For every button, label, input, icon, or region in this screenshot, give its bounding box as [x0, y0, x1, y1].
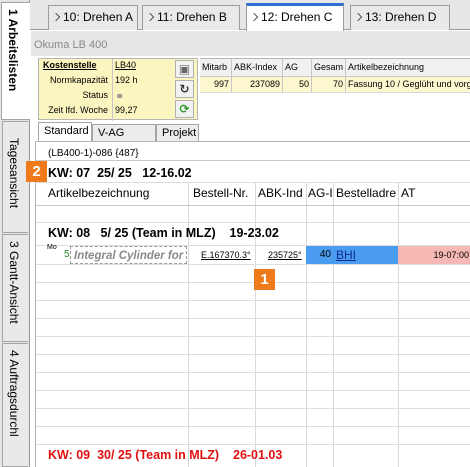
cube-icon: ▣: [178, 62, 191, 76]
cell-at: 19-07:00: [398, 246, 470, 264]
cell-article: Integral Cylinder for: [70, 246, 187, 264]
kostenstelle-value[interactable]: LB40: [115, 60, 136, 70]
col-artikelbezeichnung[interactable]: Artikelbezeichnung: [48, 186, 186, 200]
cell-bestell-nr[interactable]: E.167370.3°: [192, 246, 254, 264]
side-tab-auftragsdurchlauf[interactable]: 4 Auftragsdurchl: [2, 343, 28, 467]
work-list-grid: (LB400-1)-086 {487} KW: 07 25/ 25 12-16.…: [35, 141, 470, 467]
week-row-kw09[interactable]: KW: 09 30/ 25 (Team in MLZ) 26-01.03: [48, 448, 282, 462]
sync-icon: ⟳: [179, 102, 190, 116]
tab-drehen-d[interactable]: 13: Drehen D: [350, 5, 450, 30]
cell-mitarb: 997: [200, 77, 232, 92]
tab-arrow-icon: [51, 12, 61, 22]
col-abk-ind[interactable]: ABK-Ind: [258, 186, 305, 200]
cell-bestelladresse[interactable]: BHI: [334, 246, 398, 264]
col-ag[interactable]: AG-I: [308, 186, 332, 200]
tab-projekt[interactable]: Projekt: [156, 124, 199, 142]
side-tab-bar: 1 Arbeitslisten Tagesansicht 3 Gantt-Ans…: [0, 0, 30, 467]
tab-label: 10: Drehen A: [63, 10, 134, 24]
side-tab-label: Tagesansicht: [7, 138, 21, 209]
table-row[interactable]: 997 237089 50 70 Fassung 10 / Geglüht un…: [200, 77, 470, 93]
status-label: Status: [82, 90, 108, 100]
col-bestelladresse[interactable]: Bestelladre: [336, 186, 397, 200]
panel-button-column: ▣ ↻ ⟳: [172, 58, 198, 120]
cube-button[interactable]: ▣: [175, 60, 194, 78]
refresh-button[interactable]: ↻: [175, 80, 194, 98]
tab-arrow-icon: [353, 12, 363, 22]
kostenstelle-label: Kostenstelle: [43, 60, 97, 70]
group-header: (LB400-1)-086 {487}: [48, 148, 139, 159]
col-gesamt[interactable]: Gesam: [312, 59, 346, 76]
window-title: Okuma LB 400: [31, 31, 470, 56]
side-tab-label: 4 Auftragsdurchl: [7, 350, 21, 437]
cell-num: 5: [64, 249, 70, 260]
tab-drehen-c[interactable]: 12: Drehen C: [246, 3, 344, 31]
cell-abk-index: 237089: [232, 77, 283, 92]
cell-day: Mo: [47, 244, 57, 251]
side-tab-tagesansicht[interactable]: Tagesansicht: [2, 121, 28, 233]
tab-arrow-icon: [249, 12, 259, 22]
col-ag[interactable]: AG: [283, 59, 312, 76]
grid-header-row: Mitarb ABK-Index AG Gesam Artikelbezeich…: [200, 59, 470, 77]
tab-drehen-b[interactable]: 11: Drehen B: [142, 5, 240, 30]
refresh-icon: ↻: [179, 82, 190, 96]
col-at[interactable]: AT: [401, 186, 441, 200]
tab-drehen-a[interactable]: 10: Drehen A: [48, 5, 138, 30]
sync-button[interactable]: ⟳: [175, 100, 194, 118]
tab-v-ag-ende[interactable]: V-AG Ende: [92, 124, 156, 155]
top-tab-bar: 10: Drehen A 11: Drehen B 12: Drehen C 1…: [0, 0, 470, 31]
side-tab-label: 1 Arbeitslisten: [6, 9, 20, 92]
view-tabs: Standard V-AG Ende Projekt: [35, 122, 470, 155]
callout-badge-2: 2: [26, 161, 47, 182]
cell-artikelbezeichnung: Fassung 10 / Geglüht und vorg: [348, 79, 470, 89]
side-tab-label: 3 Gantt-Ansicht: [7, 241, 21, 324]
side-tab-arbeitslisten[interactable]: 1 Arbeitslisten: [1, 2, 30, 120]
table-row[interactable]: Mo 5 Integral Cylinder for E.167370.3° 2…: [36, 244, 470, 264]
normkapazitaet-value: 192 h: [115, 75, 138, 85]
side-tab-gantt[interactable]: 3 Gantt-Ansicht: [2, 234, 28, 342]
assignment-grid: Mitarb ABK-Index AG Gesam Artikelbezeich…: [200, 58, 470, 120]
col-artikelbezeichnung[interactable]: Artikelbezeichnung: [346, 59, 470, 76]
cell-ag: 50: [283, 77, 312, 92]
tab-label: 12: Drehen C: [261, 10, 333, 24]
tab-label: 11: Drehen B: [157, 10, 227, 24]
tab-standard[interactable]: Standard: [38, 122, 92, 143]
col-abk-index[interactable]: ABK-Index: [232, 59, 283, 76]
zeit-label: Zeit lfd. Woche: [48, 105, 108, 115]
status-link-icon: ⚭: [115, 91, 125, 103]
zeit-value: 99,27: [115, 105, 138, 115]
normkapazitaet-label: Normkapazität: [49, 75, 108, 85]
week-row-kw08[interactable]: KW: 08 5/ 25 (Team in MLZ) 19-23.02: [48, 226, 279, 240]
cell-abk-index[interactable]: 235725°: [256, 246, 306, 264]
tab-arrow-icon: [145, 12, 155, 22]
tab-label: 13: Drehen D: [365, 10, 437, 24]
callout-badge-1: 1: [254, 269, 275, 290]
cell-gesamt: 70: [312, 77, 346, 92]
week-row-kw07[interactable]: KW: 07 25/ 25 12-16.02: [48, 166, 192, 180]
cell-ag: 40: [306, 246, 334, 264]
col-mitarb[interactable]: Mitarb: [200, 59, 232, 76]
col-bestell-nr[interactable]: Bestell-Nr.: [193, 186, 253, 200]
